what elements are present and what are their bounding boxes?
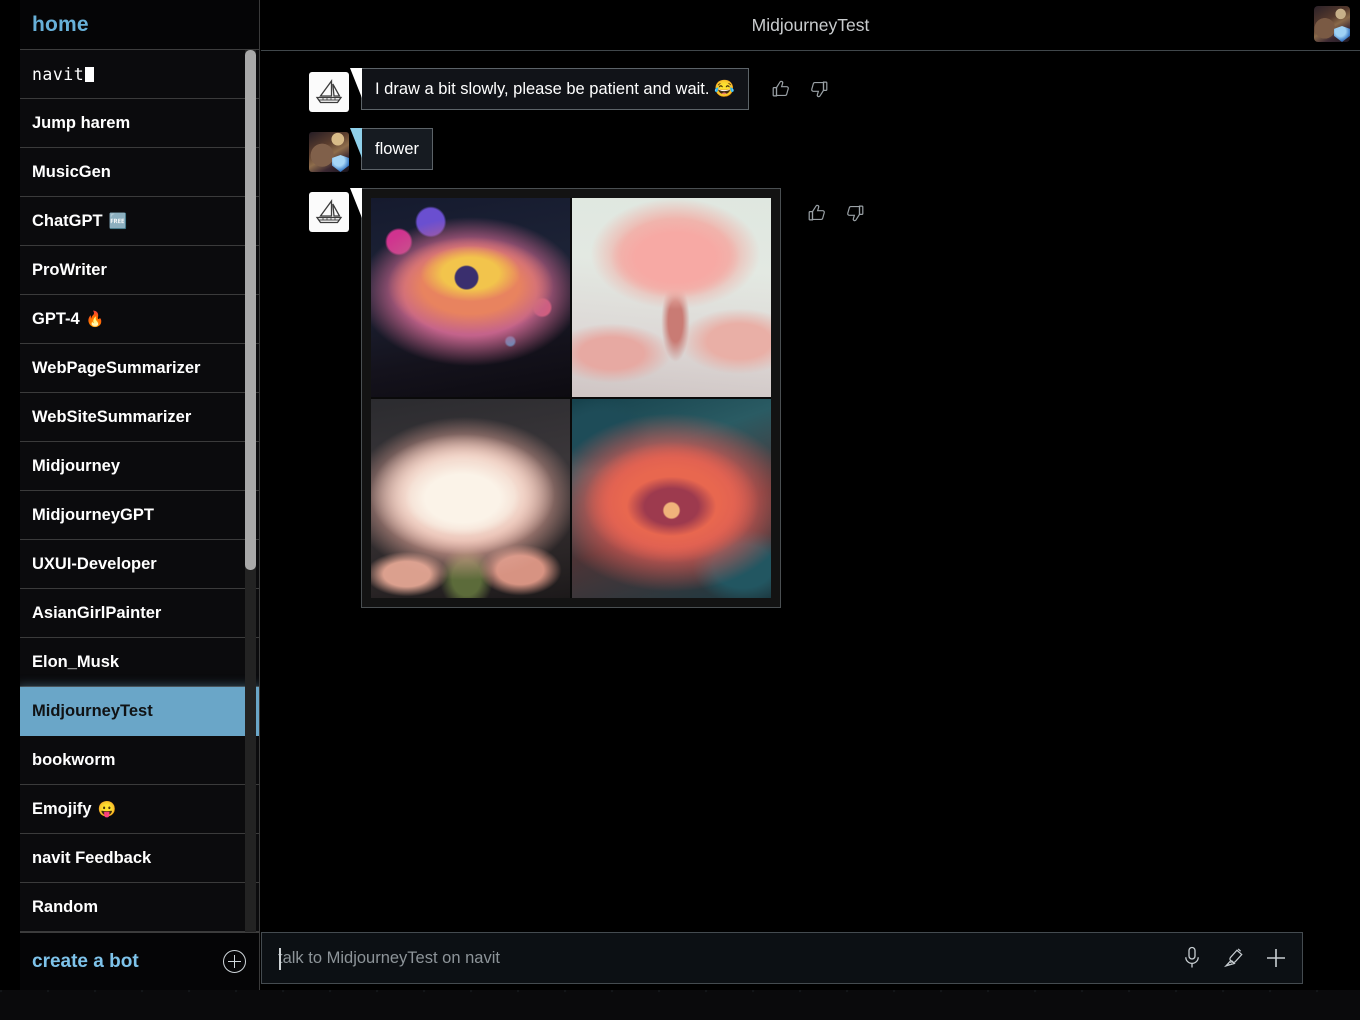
sidebar-item-label: WebSiteSummarizer: [32, 407, 192, 426]
sidebar-item-midjourneytest[interactable]: MidjourneyTest: [20, 687, 259, 736]
sidebar-scrollbar-thumb[interactable]: [245, 50, 256, 570]
plus-icon[interactable]: [1264, 945, 1288, 971]
message-feedback: [771, 78, 829, 100]
create-bot-label: create a bot: [32, 950, 139, 972]
sidebar-item-badge-icon: 🆓: [108, 212, 128, 230]
message-list: I draw a bit slowly, please be patient a…: [261, 52, 1360, 927]
sidebar-item-label: Midjourney: [32, 456, 121, 475]
sidebar-item-musicgen[interactable]: MusicGen: [20, 148, 259, 197]
sailboat-icon: [315, 199, 343, 224]
sidebar-item-label: ChatGPT: [32, 211, 103, 230]
sidebar-item-label: bookworm: [32, 750, 116, 769]
bubble-tail: [350, 68, 362, 98]
app-window: home navit Jump harem MusicGen ChatGPT 🆓 ProW…: [0, 0, 1360, 1020]
composer-bar[interactable]: [261, 932, 1303, 984]
message-bubble: I draw a bit slowly, please be patient a…: [361, 68, 749, 111]
generated-image-grid[interactable]: [371, 198, 771, 598]
sidebar-item-label: MusicGen: [32, 162, 111, 181]
bot-list[interactable]: navit Jump harem MusicGen ChatGPT 🆓 ProWriter…: [20, 50, 259, 932]
sidebar-item-badge-icon: 😛: [97, 800, 117, 818]
message-row-user-text: flower: [261, 128, 1360, 172]
message-row-bot-text: I draw a bit slowly, please be patient a…: [261, 68, 1360, 112]
sidebar-item-label: navit Feedback: [32, 848, 152, 867]
midjourney-sailboat-avatar[interactable]: [309, 72, 349, 112]
plus-circle-icon[interactable]: [223, 950, 246, 973]
sidebar-item-uxui-developer[interactable]: UXUI-Developer: [20, 540, 259, 589]
bubble-wrap: [350, 188, 865, 608]
sidebar-item-bookworm[interactable]: bookworm: [20, 736, 259, 785]
sidebar-header[interactable]: home: [20, 0, 259, 50]
chat-header: MidjourneyTest: [261, 0, 1360, 51]
generated-image-3[interactable]: [371, 399, 570, 598]
sidebar-item-label: Jump harem: [32, 113, 131, 132]
sidebar-item-label: AsianGirlPainter: [32, 603, 162, 622]
message-feedback: [807, 202, 865, 224]
message-input[interactable]: [278, 948, 1166, 968]
message-bubble: flower: [361, 128, 434, 171]
sidebar-item-label: Random: [32, 897, 98, 916]
sidebar-item-elon-musk[interactable]: Elon_Musk: [20, 638, 259, 687]
sidebar: home navit Jump harem MusicGen ChatGPT 🆓 ProW…: [20, 0, 260, 990]
sidebar-item-midjourneygpt[interactable]: MidjourneyGPT: [20, 491, 259, 540]
sidebar-item-random[interactable]: Random: [20, 883, 259, 932]
sidebar-item-prowriter[interactable]: ProWriter: [20, 246, 259, 295]
broom-clear-icon[interactable]: [1222, 945, 1246, 971]
generated-image-1[interactable]: [371, 198, 570, 397]
composer-icons: [1180, 945, 1288, 971]
create-bot-button[interactable]: create a bot: [20, 932, 259, 990]
sidebar-item-jump-harem[interactable]: Jump harem: [20, 99, 259, 148]
shield-badge-icon: [1334, 26, 1350, 42]
window-bottom-margin: [0, 990, 1360, 1020]
message-row-bot-images: [261, 188, 1360, 608]
sidebar-item-label: GPT-4: [32, 309, 80, 328]
microphone-icon[interactable]: [1180, 945, 1204, 971]
generated-image-2[interactable]: [572, 198, 771, 397]
sidebar-item-label: UXUI-Developer: [32, 554, 157, 573]
bubble-tail: [350, 128, 362, 158]
text-caret: [279, 948, 281, 970]
sidebar-item-websitesummarizer[interactable]: WebSiteSummarizer: [20, 393, 259, 442]
thumbs-up-icon[interactable]: [807, 202, 829, 224]
sidebar-item-label: Elon_Musk: [32, 652, 120, 671]
midjourney-sailboat-avatar[interactable]: [309, 192, 349, 232]
sidebar-item-label: MidjourneyGPT: [32, 505, 154, 524]
bubble-tail: [350, 188, 362, 218]
sidebar-item-label: MidjourneyTest: [32, 701, 153, 720]
sidebar-item-label: ProWriter: [32, 260, 107, 279]
generated-image-4[interactable]: [572, 399, 771, 598]
sidebar-item-badge-icon: 🔥: [85, 310, 105, 328]
page-title: MidjourneyTest: [751, 14, 870, 35]
sailboat-icon: [315, 79, 343, 104]
sidebar-item-navit-feedback[interactable]: navit Feedback: [20, 834, 259, 883]
sidebar-item-label: navit: [32, 64, 85, 84]
sidebar-item-label: Emojify: [32, 799, 92, 818]
bubble-wrap: I draw a bit slowly, please be patient a…: [350, 68, 829, 111]
thumbs-down-icon[interactable]: [807, 78, 829, 100]
thumbs-up-icon[interactable]: [771, 78, 793, 100]
main-panel: MidjourneyTest I draw a bit slowly, plea…: [261, 0, 1360, 990]
home-link[interactable]: home: [32, 13, 89, 37]
sidebar-item-emojify[interactable]: Emojify 😛: [20, 785, 259, 834]
shield-badge-icon: [332, 155, 349, 172]
text-cursor-block: [85, 66, 95, 82]
sidebar-item-navit[interactable]: navit: [20, 50, 259, 99]
window-left-margin: [0, 0, 20, 990]
user-avatar[interactable]: [1314, 6, 1350, 42]
sidebar-item-gpt-4[interactable]: GPT-4 🔥: [20, 295, 259, 344]
generated-image-bubble[interactable]: [361, 188, 781, 608]
sidebar-item-asiangirlpainter[interactable]: AsianGirlPainter: [20, 589, 259, 638]
sidebar-item-midjourney[interactable]: Midjourney: [20, 442, 259, 491]
sidebar-item-webpagesummarizer[interactable]: WebPageSummarizer: [20, 344, 259, 393]
bubble-wrap: flower: [350, 128, 434, 171]
sidebar-scrollbar-track[interactable]: [245, 50, 256, 932]
user-avatar[interactable]: [309, 132, 349, 172]
thumbs-down-icon[interactable]: [843, 202, 865, 224]
sidebar-item-chatgpt[interactable]: ChatGPT 🆓: [20, 197, 259, 246]
sidebar-item-label: WebPageSummarizer: [32, 358, 201, 377]
